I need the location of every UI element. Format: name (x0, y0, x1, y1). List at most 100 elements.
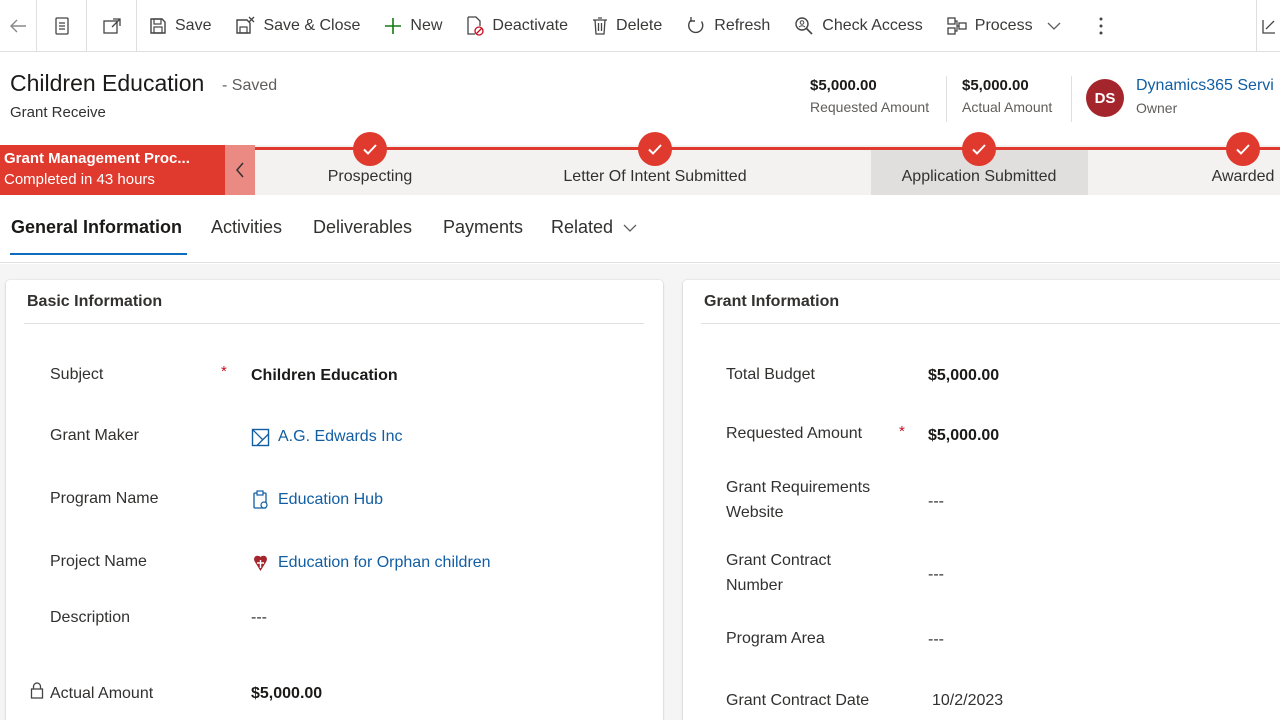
field-value-grant-maker[interactable]: A.G. Edwards Inc (251, 426, 403, 448)
save-close-icon (236, 16, 255, 34)
field-value-description[interactable]: --- (251, 607, 267, 629)
section-title: Grant Information (704, 293, 840, 310)
field-label-total-budget: Total Budget (726, 366, 815, 383)
save-label: Save (175, 16, 212, 34)
section-divider (701, 323, 1280, 324)
pop-out-icon (102, 17, 121, 34)
tab-payments[interactable]: Payments (443, 217, 523, 238)
owner-avatar[interactable]: DS (1086, 79, 1124, 117)
new-button[interactable]: New (372, 0, 454, 52)
share-icon (1261, 20, 1275, 34)
field-label-program-area: Program Area (726, 630, 825, 647)
tab-deliverables[interactable]: Deliverables (313, 217, 412, 238)
more-vertical-icon (1099, 17, 1103, 34)
checkmark-icon (363, 143, 377, 155)
checkmark-icon (1236, 143, 1250, 155)
entity-name: Grant Receive (10, 104, 106, 121)
field-value-program-area[interactable]: --- (928, 629, 944, 651)
delete-button[interactable]: Delete (580, 0, 674, 52)
field-label-grant-requirements-website: Grant Requirements Website (726, 479, 871, 521)
process-status: Completed in 43 hours (4, 171, 155, 188)
chevron-left-icon (236, 162, 244, 178)
form-body: Basic Information Subject * Children Edu… (0, 264, 1280, 720)
save-status: - Saved (222, 77, 278, 94)
save-icon (150, 17, 166, 34)
process-progress-line (255, 147, 1280, 150)
project-icon (254, 555, 267, 571)
tab-activities[interactable]: Activities (211, 217, 282, 238)
field-label-requested-amount: Requested Amount (726, 425, 863, 442)
field-value-project-name[interactable]: Education for Orphan children (251, 552, 491, 574)
save-button[interactable]: Save (137, 0, 223, 52)
stage-prospecting[interactable]: Prospecting (328, 168, 413, 186)
share-button[interactable] (1256, 0, 1280, 52)
field-label-grant-contract-date: Grant Contract Date (726, 692, 870, 709)
required-marker: * (899, 423, 905, 440)
header-actual-amount: $5,000.00 Actual Amount (962, 76, 1052, 118)
stage-letter-of-intent-check[interactable] (638, 132, 672, 166)
back-button[interactable] (0, 0, 37, 52)
check-access-label: Check Access (822, 16, 923, 34)
chevron-down-icon (623, 224, 637, 232)
header-divider (946, 76, 947, 122)
refresh-icon (688, 16, 704, 33)
tab-general-information[interactable]: General Information (11, 217, 182, 238)
refresh-button[interactable]: Refresh (674, 0, 782, 52)
save-close-label: Save & Close (263, 16, 361, 34)
field-label-program-name: Program Name (50, 490, 159, 507)
grant-information-section: Grant Information Total Budget $5,000.00… (683, 280, 1280, 720)
stage-application-submitted[interactable]: Application Submitted (902, 168, 1057, 186)
open-new-window-button[interactable] (87, 0, 137, 52)
refresh-label: Refresh (714, 16, 771, 34)
grant-maker-link-text: A.G. Edwards Inc (278, 428, 403, 445)
stage-application-submitted-check[interactable] (962, 132, 996, 166)
basic-information-section: Basic Information Subject * Children Edu… (6, 280, 663, 720)
project-name-link-text: Education for Orphan children (278, 554, 491, 571)
field-label-grant-maker: Grant Maker (50, 427, 139, 444)
back-arrow-icon (10, 19, 26, 32)
header-requested-amount: $5,000.00 Requested Amount (810, 76, 929, 118)
field-value-program-name[interactable]: Education Hub (251, 489, 383, 511)
stage-awarded[interactable]: Awarded (1212, 168, 1275, 186)
trash-icon (593, 16, 608, 35)
field-label-actual-amount: Actual Amount (50, 685, 154, 702)
owner-link[interactable]: Dynamics365 Servi (1136, 76, 1274, 96)
header-actual-amount-label: Actual Amount (962, 99, 1053, 115)
account-icon (251, 428, 270, 446)
form-view-button[interactable] (37, 0, 87, 52)
tab-related-label: Related (551, 217, 614, 237)
form-tabs: General Information Activities Deliverab… (0, 195, 1280, 263)
process-button[interactable]: Process (935, 0, 1081, 52)
process-flyout[interactable]: Grant Management Proc... Completed in 43… (0, 145, 225, 195)
section-divider (24, 323, 644, 324)
header-requested-amount-label: Requested Amount (810, 99, 930, 115)
checkmark-icon (972, 143, 986, 155)
active-tab-indicator (10, 253, 187, 255)
field-value-grant-contract-date[interactable]: 10/2/2023 (932, 690, 1003, 712)
deactivate-button[interactable]: Deactivate (454, 0, 580, 52)
field-value-total-budget[interactable]: $5,000.00 (928, 365, 999, 387)
process-icon (947, 16, 967, 35)
record-title: Children Education (10, 70, 205, 96)
tab-related[interactable]: Related (551, 217, 637, 238)
more-commands-button[interactable] (1081, 0, 1121, 52)
stage-awarded-check[interactable] (1226, 132, 1260, 166)
stage-prospecting-check[interactable] (353, 132, 387, 166)
field-value-grant-contract-number[interactable]: --- (928, 564, 944, 586)
process-name: Grant Management Proc... (4, 150, 190, 167)
form-icon (54, 16, 69, 35)
field-value-requested-amount[interactable]: $5,000.00 (928, 425, 999, 447)
header-divider (1071, 76, 1072, 122)
process-collapse-button[interactable] (225, 145, 255, 195)
header-actual-amount-value: $5,000.00 (962, 77, 1029, 94)
save-and-close-button[interactable]: Save & Close (223, 0, 372, 52)
command-bar: Save Save & Close New Deactivate Delete … (0, 0, 1280, 52)
program-name-link-text: Education Hub (278, 491, 383, 508)
field-label-description: Description (50, 609, 131, 626)
field-value-actual-amount: $5,000.00 (251, 685, 323, 702)
field-value-grant-requirements-website[interactable]: --- (928, 491, 944, 513)
field-value-subject[interactable]: Children Education (251, 365, 398, 387)
delete-label: Delete (616, 16, 663, 34)
check-access-button[interactable]: Check Access (782, 0, 934, 52)
stage-letter-of-intent[interactable]: Letter Of Intent Submitted (563, 168, 746, 186)
